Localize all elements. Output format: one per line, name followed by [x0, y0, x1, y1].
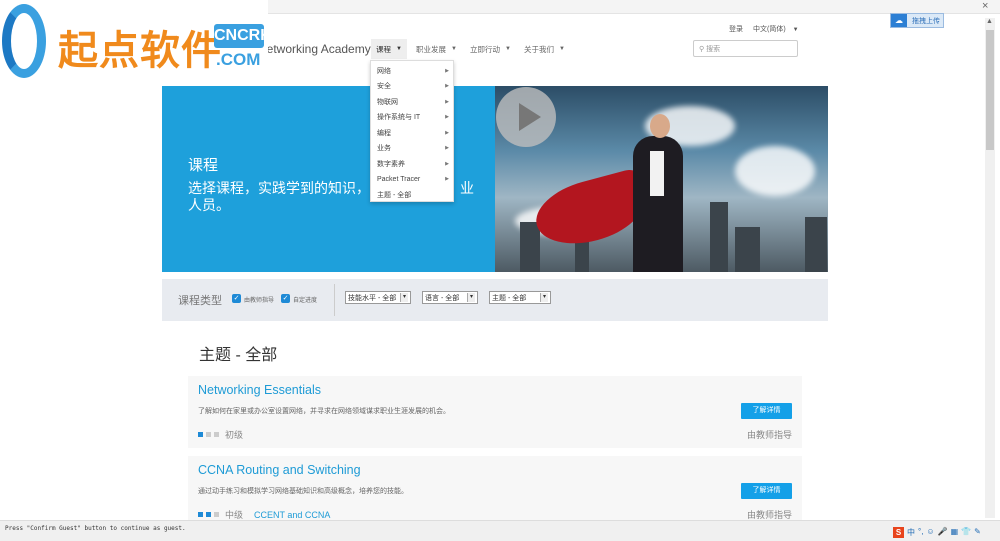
level-label: 初级	[225, 430, 244, 440]
language-label: 中文(简体)	[753, 26, 786, 33]
level-dot	[214, 512, 219, 517]
checkbox-label: 由教师指导	[244, 298, 275, 304]
nav-act-now[interactable]: 立即行动 ▼	[465, 39, 516, 59]
status-text: Press "Confirm Guest" button to continue…	[5, 525, 186, 532]
chevron-right-icon: ▶	[445, 145, 449, 152]
scrollbar[interactable]: ▲	[985, 18, 995, 518]
chevron-down-icon: ▼	[396, 46, 402, 52]
chevron-right-icon: ▶	[445, 160, 449, 167]
logo-ring-icon	[2, 4, 46, 78]
nav-about[interactable]: 关于我们 ▼	[519, 39, 570, 59]
upload-label: 拖拽上传	[912, 17, 940, 25]
filter-title: 课程类型	[178, 295, 222, 307]
login-link[interactable]: 登录	[729, 24, 743, 34]
course-title[interactable]: CCNA Routing and Switching	[198, 463, 361, 477]
hero-image	[495, 86, 828, 272]
course-card: Networking Essentials 了解如何在家里或办公室设置网络，并寻…	[188, 376, 802, 448]
watermark-logo: 起点软件 CNCRK .COM	[0, 0, 272, 82]
course-title[interactable]: Networking Essentials	[198, 383, 321, 397]
nav-career[interactable]: 职业发展 ▼	[411, 39, 462, 59]
chevron-down-icon: ▾	[467, 293, 475, 302]
upload-button[interactable]: ☁ 拖拽上传	[890, 13, 944, 28]
chevron-right-icon: ▶	[445, 176, 449, 183]
menu-item-network[interactable]: 网络 ▶	[371, 63, 453, 79]
divider	[334, 284, 335, 316]
level-dot	[206, 512, 211, 517]
nav-label: 课程	[376, 44, 391, 54]
menu-item-os-it[interactable]: 操作系统与 IT ▶	[371, 110, 453, 126]
menu-item-iot[interactable]: 物联网 ▶	[371, 94, 453, 110]
ime-mode[interactable]: 中	[907, 527, 915, 538]
level-dot	[198, 512, 203, 517]
cloud-icon: ☁	[891, 14, 907, 27]
chevron-down-icon: ▼	[559, 46, 565, 52]
catalog-title: 主题 - 全部	[199, 347, 278, 364]
brand-name[interactable]: Networking Academy	[258, 42, 371, 56]
scroll-up-icon[interactable]: ▲	[986, 18, 993, 25]
punctuation-icon[interactable]: °,	[918, 527, 923, 538]
checkbox-instructor-led[interactable]: ✓	[232, 294, 241, 303]
checkbox-label: 自定进度	[293, 298, 318, 304]
certification-link[interactable]: CCENT and CCNA	[254, 510, 330, 520]
menu-item-digital-literacy[interactable]: 数字素养 ▶	[371, 156, 453, 172]
level-dot	[206, 432, 211, 437]
scrollbar-thumb[interactable]	[986, 30, 994, 150]
emoji-icon[interactable]: ☺	[926, 527, 934, 538]
skill-level-select[interactable]: 技能水平 - 全部 ▾	[345, 291, 411, 304]
search-placeholder: 搜索	[706, 46, 721, 53]
play-video-button[interactable]	[496, 87, 556, 147]
learn-more-button[interactable]: 了解详情	[741, 403, 792, 419]
language-filter-select[interactable]: 语言 - 全部 ▾	[422, 291, 478, 304]
skin-icon[interactable]: 👕	[961, 527, 971, 538]
menu-item-security[interactable]: 安全 ▶	[371, 79, 453, 95]
mic-icon[interactable]: 🎤	[938, 527, 948, 538]
course-description: 了解如何在家里或办公室设置网络，并寻求在网络领域谋求职业生涯发展的机会。	[198, 408, 450, 415]
nav-label: 关于我们	[524, 44, 554, 54]
chevron-right-icon: ▶	[445, 98, 449, 105]
menu-item-business[interactable]: 业务 ▶	[371, 141, 453, 157]
nav-label: 立即行动	[470, 44, 500, 54]
level-dot	[214, 432, 219, 437]
chevron-down-icon: ▼	[505, 46, 511, 52]
chevron-right-icon: ▶	[445, 114, 449, 121]
course-level: 初级	[198, 428, 243, 441]
close-icon[interactable]: ×	[982, 0, 988, 12]
nav-courses[interactable]: 课程 ▼	[371, 39, 407, 59]
language-select[interactable]: 中文(简体) ▼	[753, 24, 799, 34]
learn-more-button[interactable]: 了解详情	[741, 483, 792, 499]
hero-title: 课程	[188, 157, 219, 174]
sogou-icon: S	[893, 527, 904, 538]
menu-item-packet-tracer[interactable]: Packet Tracer ▶	[371, 172, 453, 188]
ime-toolbar[interactable]: S 中 °, ☺ 🎤 ▦ 👕 ✎	[893, 527, 981, 538]
chevron-right-icon: ▶	[445, 67, 449, 74]
chevron-down-icon: ▼	[792, 27, 799, 33]
course-mode: 由教师指导	[746, 430, 792, 440]
courses-dropdown-menu: 网络 ▶ 安全 ▶ 物联网 ▶ 操作系统与 IT ▶ 编程 ▶ 业务 ▶ 数字素养 ▶ Pac…	[370, 60, 454, 202]
search-input[interactable]: ⚲ 搜索	[693, 40, 798, 57]
chevron-down-icon: ▾	[540, 293, 548, 302]
keyboard-icon[interactable]: ▦	[951, 527, 959, 538]
chevron-right-icon: ▶	[445, 129, 449, 136]
level-dot	[198, 432, 203, 437]
menu-item-programming[interactable]: 编程 ▶	[371, 125, 453, 141]
menu-item-all-topics[interactable]: 主题 - 全部	[371, 187, 453, 203]
tools-icon[interactable]: ✎	[974, 527, 981, 538]
checkbox-self-paced[interactable]: ✓	[281, 294, 290, 303]
nav-label: 职业发展	[416, 44, 446, 54]
chevron-right-icon: ▶	[445, 83, 449, 90]
chevron-down-icon: ▼	[451, 46, 457, 52]
chevron-down-icon: ▾	[400, 293, 408, 302]
course-description: 通过动手练习和模拟学习网络基础知识和高级概念，培养您的技能。	[198, 488, 408, 495]
topic-select[interactable]: 主题 - 全部 ▾	[489, 291, 551, 304]
course-card: CCNA Routing and Switching 通过动手练习和模拟学习网络…	[188, 456, 802, 520]
